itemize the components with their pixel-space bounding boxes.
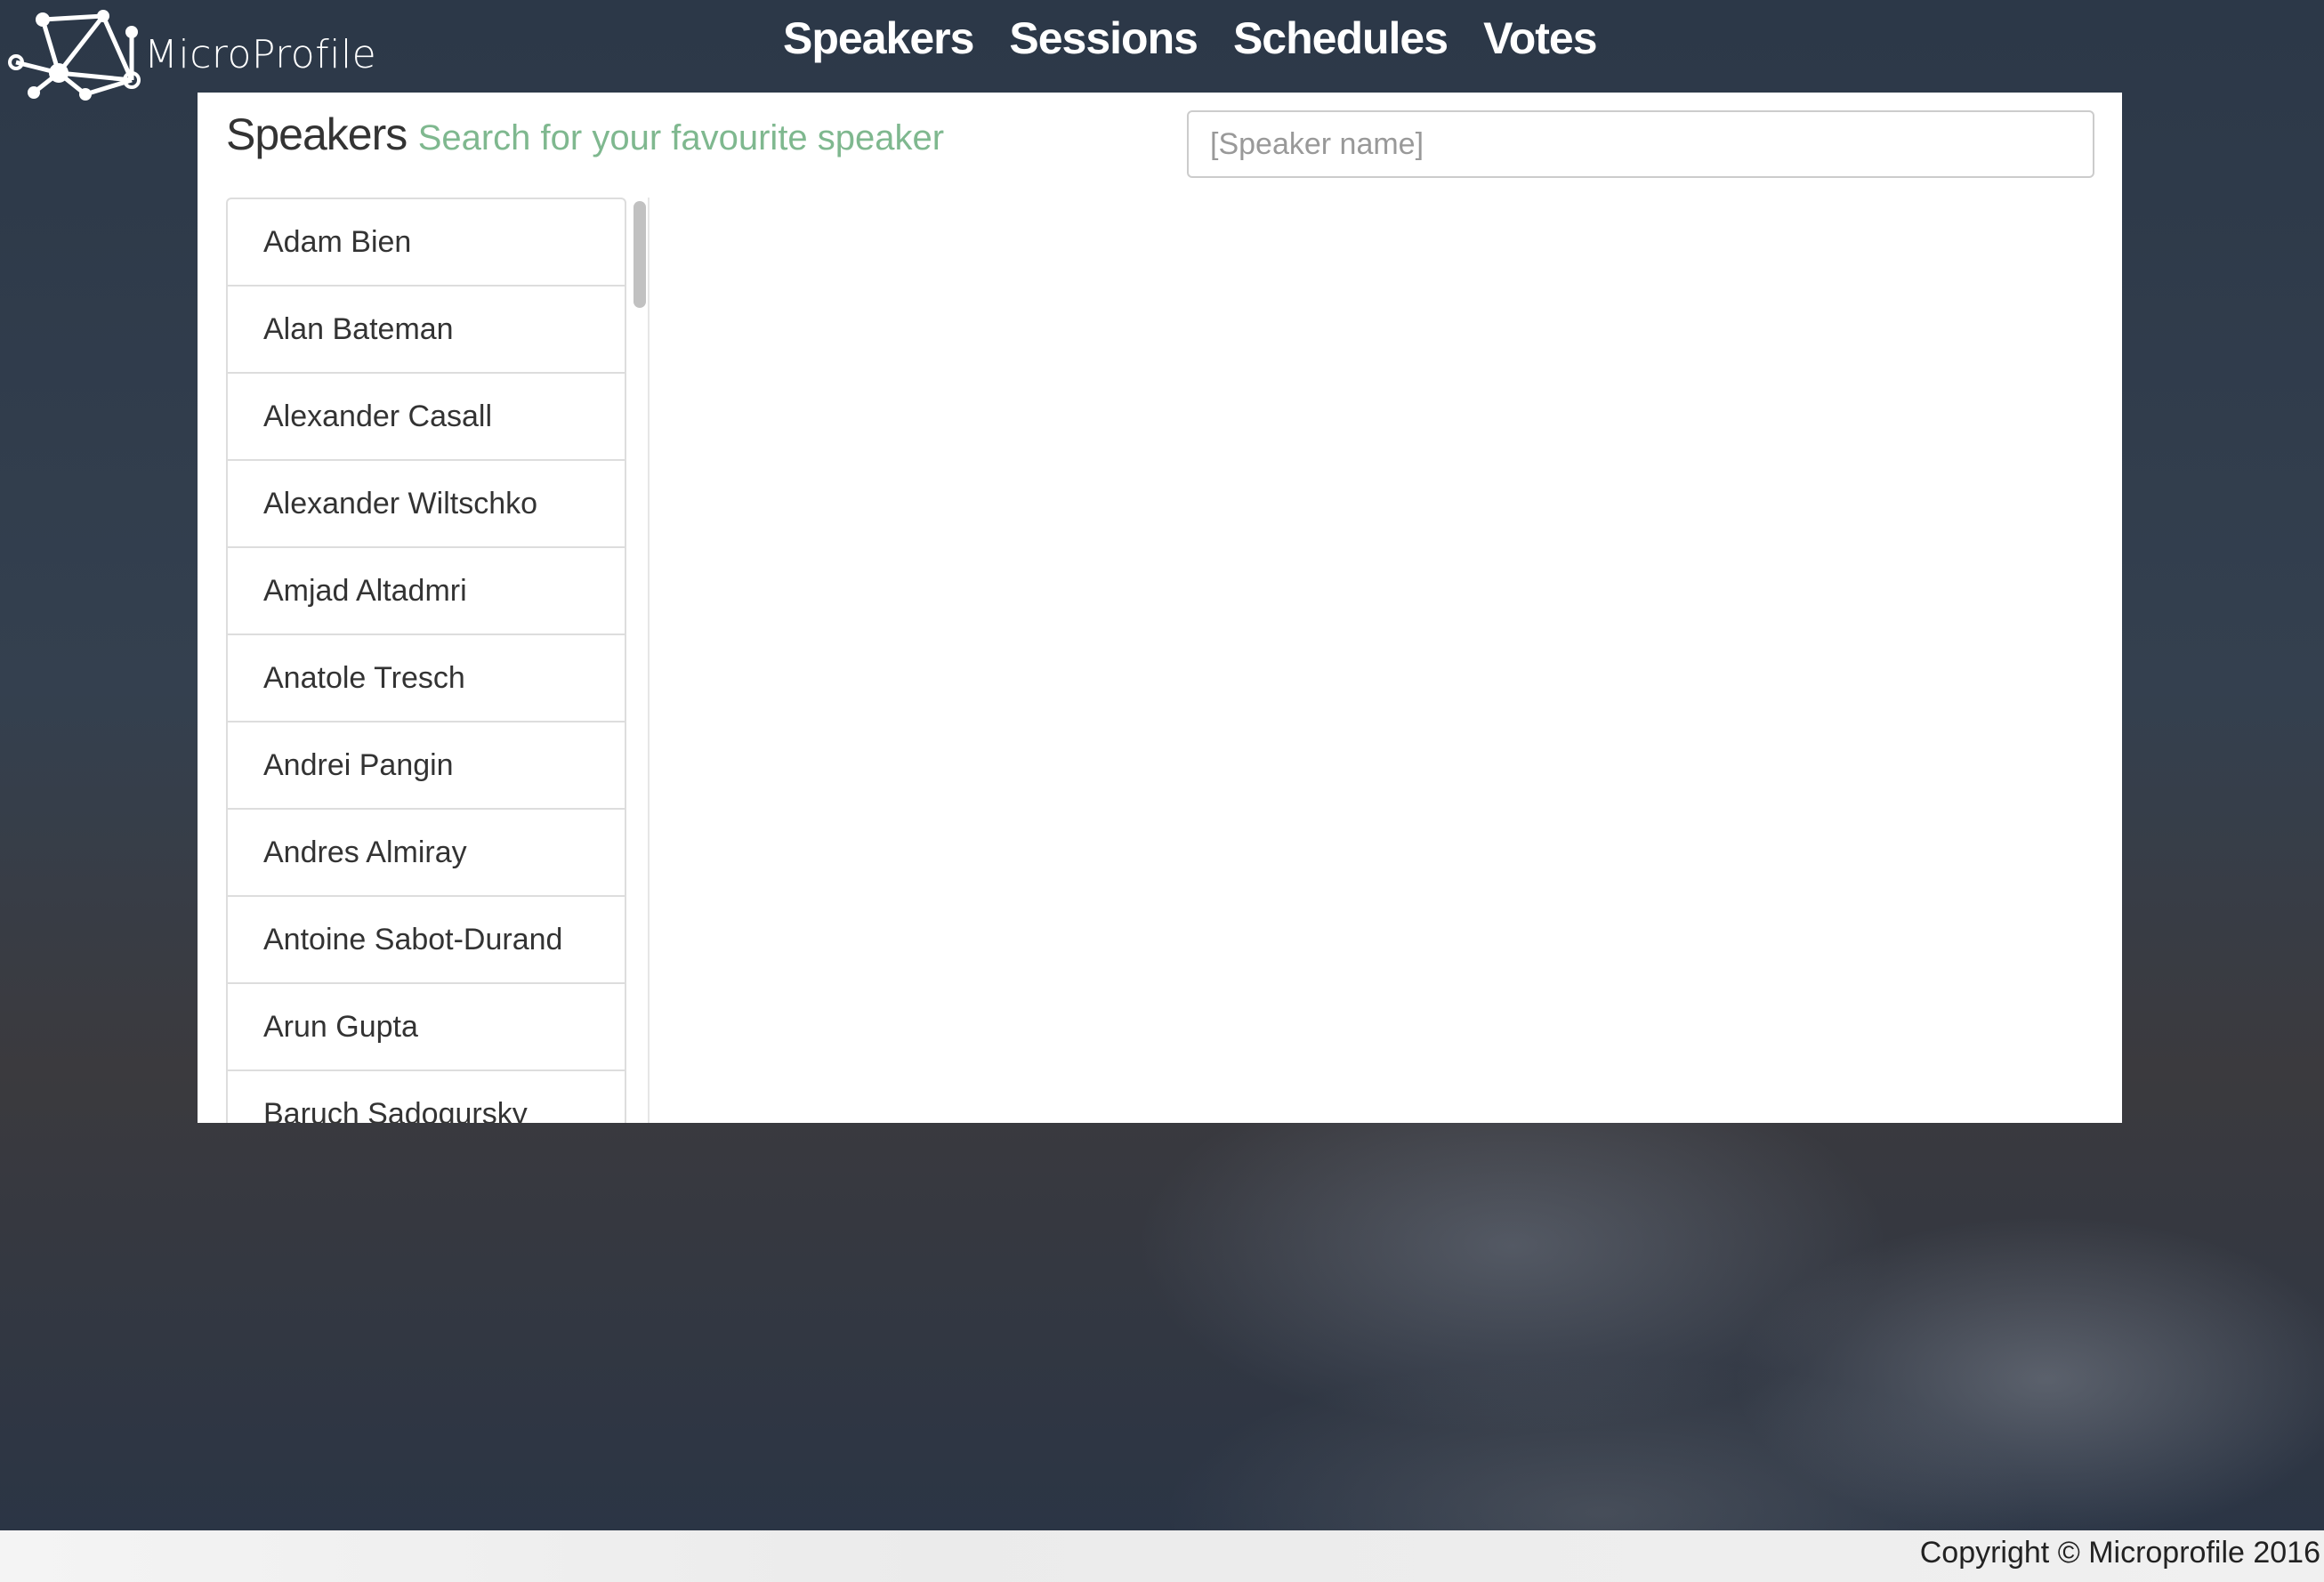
page-subtitle: Search for your favourite speaker [417, 118, 945, 157]
speaker-list-item[interactable]: Alexander Casall [226, 374, 626, 461]
brand-name[interactable]: MicroProfile [144, 32, 376, 77]
main-nav: Speakers Sessions Schedules Votes [783, 9, 1598, 68]
nav-schedules-link[interactable]: Schedules [1233, 9, 1448, 68]
speakers-panel: Speakers Search for your favourite speak… [198, 93, 2122, 1123]
microprofile-logo-icon [8, 10, 141, 101]
copyright-text: Copyright © Microprofile 2016 [1919, 1536, 2320, 1570]
speaker-list-item[interactable]: Arun Gupta [226, 984, 626, 1071]
speaker-list-item[interactable]: Amjad Altadmri [226, 548, 626, 635]
speaker-list-item[interactable]: Alexander Wiltschko [226, 461, 626, 548]
nav-speakers-link[interactable]: Speakers [783, 9, 974, 68]
page-heading: Speakers Search for your favourite speak… [226, 109, 944, 160]
footer: Copyright © Microprofile 2016 [0, 1530, 2324, 1582]
speaker-list-item[interactable]: Adam Bien [226, 198, 626, 287]
page-title: Speakers [226, 109, 408, 159]
speaker-list-item[interactable]: Anatole Tresch [226, 635, 626, 722]
speaker-search-input[interactable] [1187, 110, 2094, 178]
scrollbar-thumb[interactable] [633, 201, 646, 308]
speaker-list-item[interactable]: Baruch Sadogursky [226, 1071, 626, 1123]
nav-votes-link[interactable]: Votes [1483, 9, 1597, 68]
speaker-list-scrollbar[interactable] [630, 198, 650, 1123]
speaker-list-item[interactable]: Andrei Pangin [226, 722, 626, 810]
speaker-list-item[interactable]: Alan Bateman [226, 287, 626, 374]
speaker-list-item[interactable]: Andres Almiray [226, 810, 626, 897]
nav-sessions-link[interactable]: Sessions [1009, 9, 1198, 68]
speaker-list[interactable]: Adam Bien Alan Bateman Alexander Casall Ale… [226, 198, 653, 1123]
speaker-list-item[interactable]: Antoine Sabot-Durand [226, 897, 626, 984]
